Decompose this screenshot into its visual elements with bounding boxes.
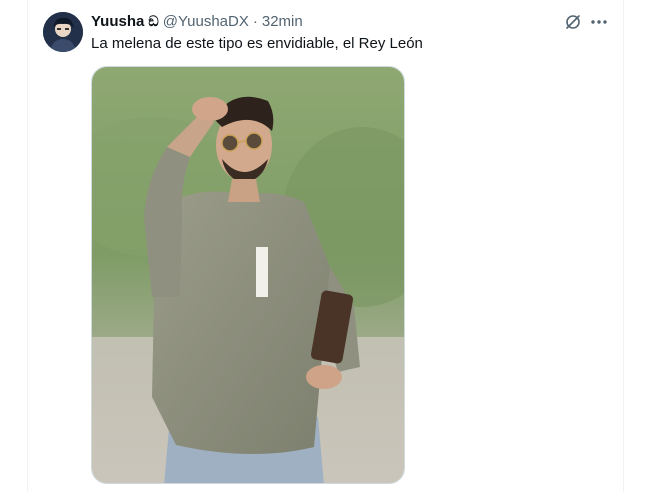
tweet-header: Yuusha ඞ @YuushaDX · 32min (91, 12, 303, 32)
timestamp[interactable]: 32min (262, 12, 303, 32)
separator-dot: · (252, 13, 258, 30)
tweet-media-photo[interactable] (91, 66, 405, 484)
grok-icon[interactable] (564, 13, 582, 31)
user-handle[interactable]: @YuushaDX (163, 12, 249, 32)
more-horizontal-icon[interactable] (590, 13, 608, 31)
photo-man-walking (92, 67, 404, 483)
name-emoji: ඞ (148, 14, 159, 30)
tweet-frame: Yuusha ඞ @YuushaDX · 32min La melena de … (0, 0, 646, 492)
avatar[interactable] (43, 12, 83, 52)
timeline-border-left (27, 0, 28, 492)
tweet-text: La melena de este tipo es envidiable, el… (91, 35, 423, 52)
timeline-border-right (623, 0, 624, 492)
display-name[interactable]: Yuusha (91, 12, 144, 32)
